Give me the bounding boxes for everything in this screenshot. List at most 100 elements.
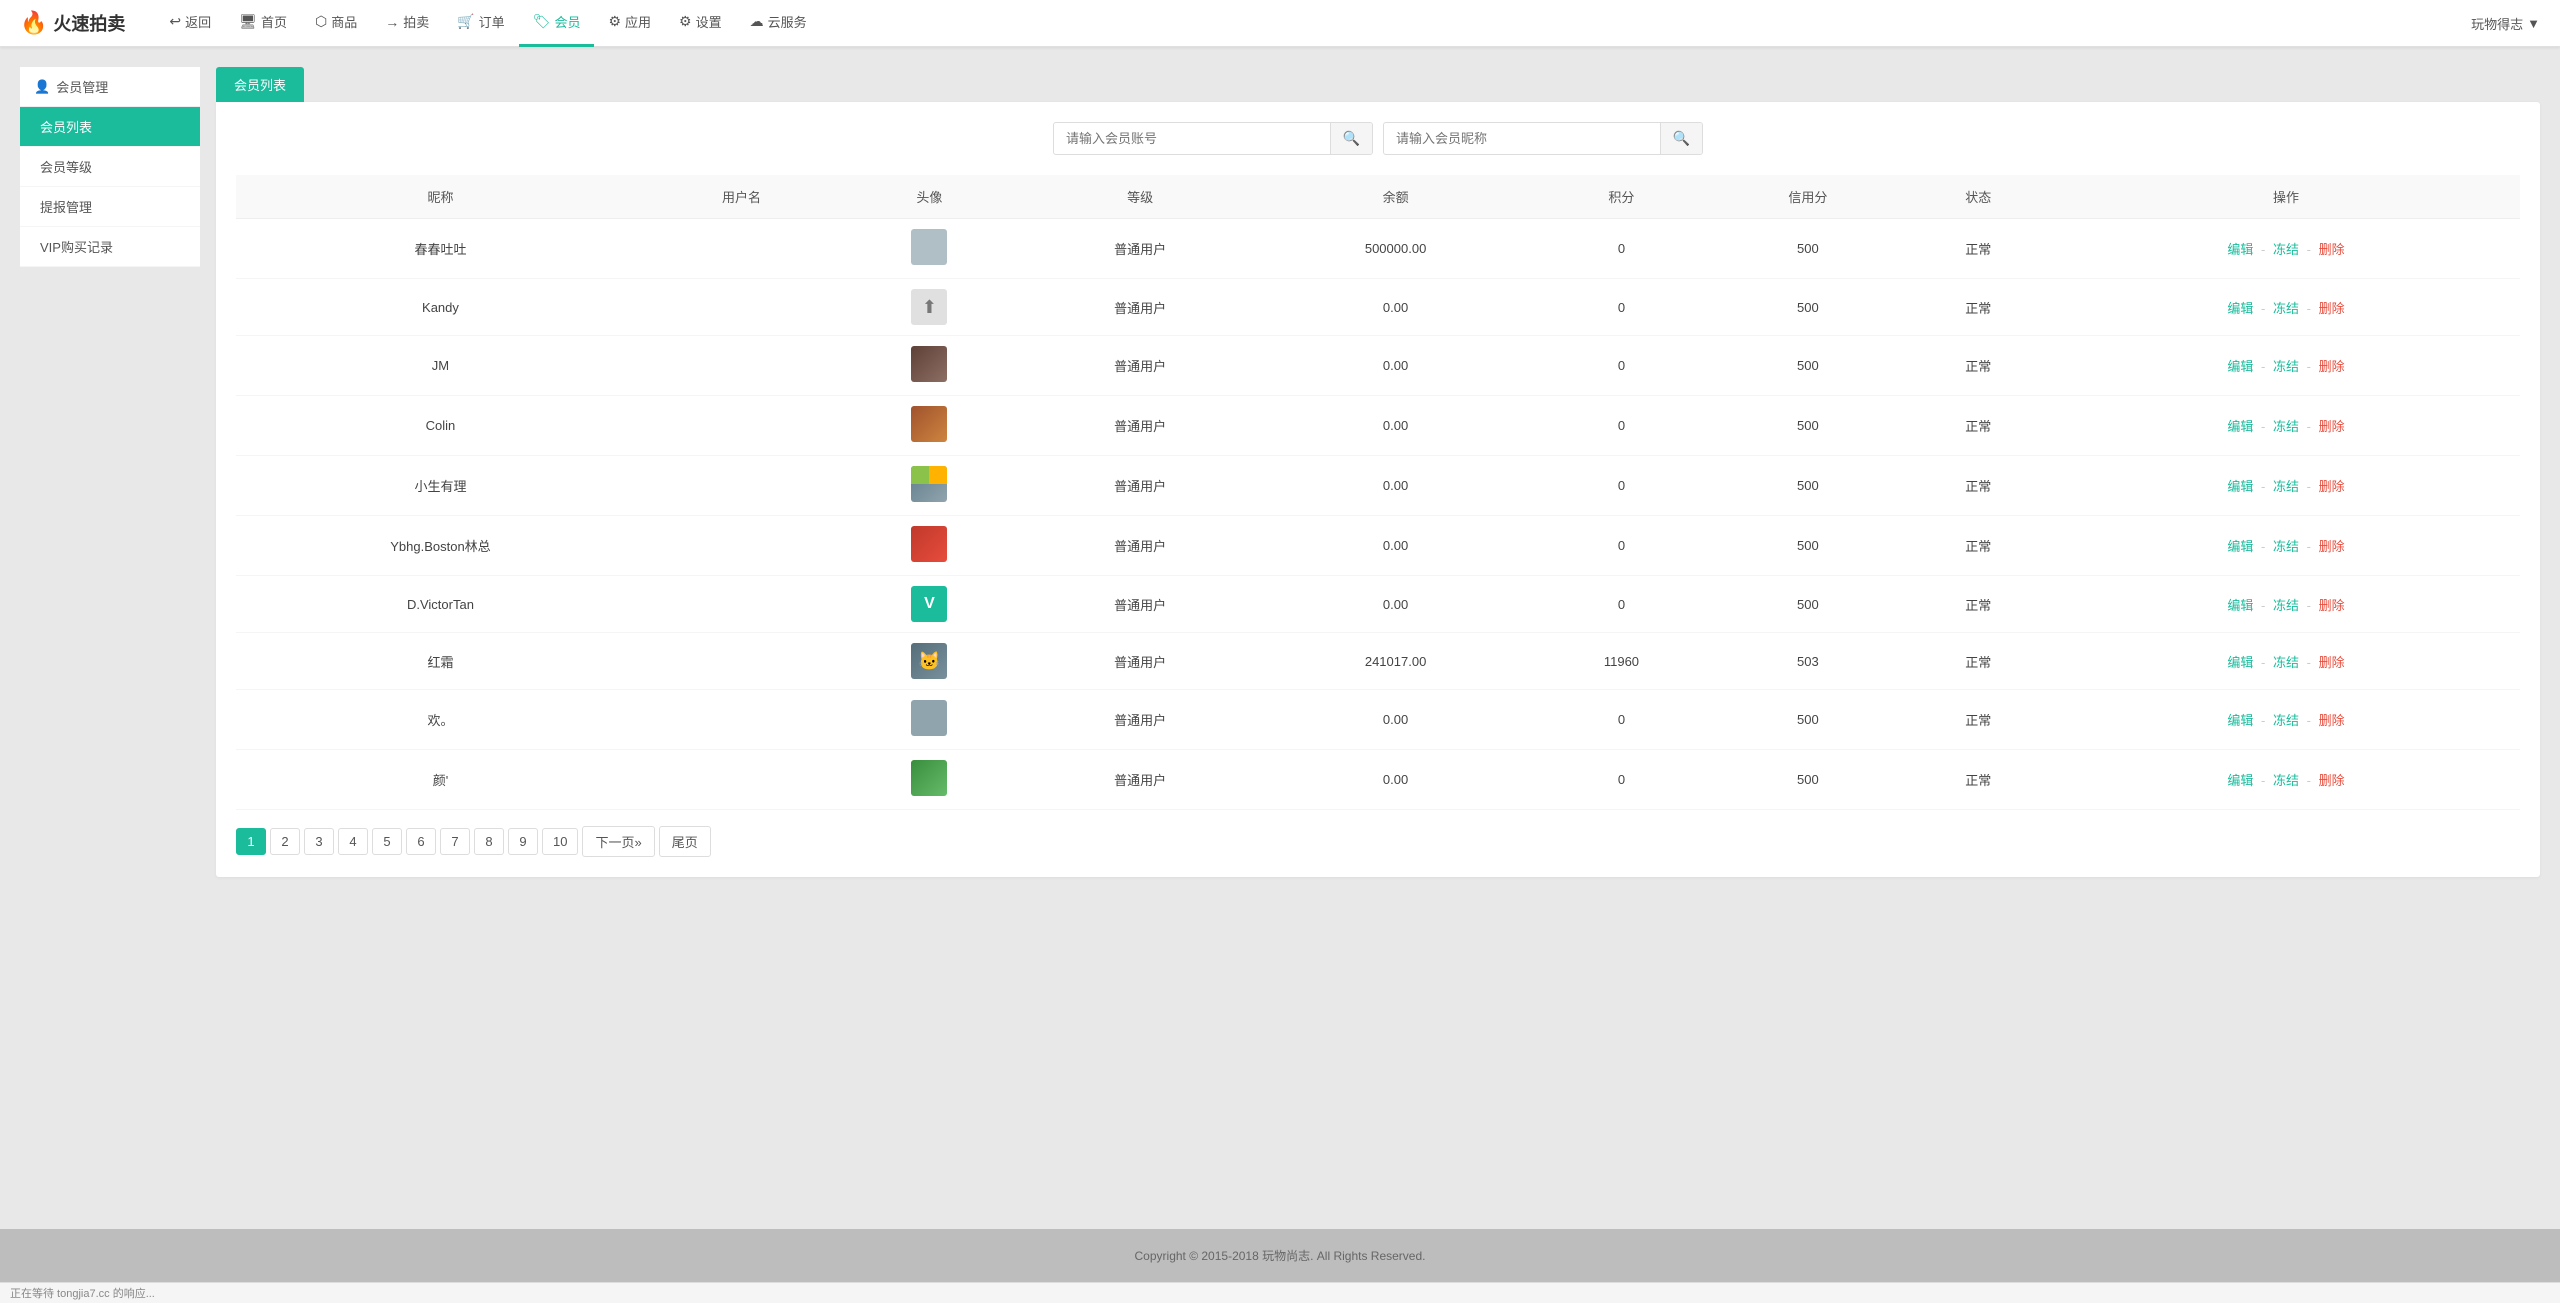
freeze-action-0[interactable]: 冻结 [2273, 242, 2299, 257]
nav-goods[interactable]: ⬡ 商品 [301, 0, 371, 47]
cell-nickname: 欢。 [236, 690, 645, 750]
nickname-search-input[interactable] [1384, 124, 1660, 153]
freeze-action-5[interactable]: 冻结 [2273, 539, 2299, 554]
nav-settings[interactable]: ⚙ 设置 [665, 0, 736, 47]
page-2[interactable]: 2 [270, 828, 300, 855]
footer-text: Copyright © 2015-2018 玩物尚志. All Rights R… [1135, 1249, 1426, 1263]
cell-actions: 编辑 - 冻结 - 删除 [2052, 336, 2520, 396]
freeze-action-6[interactable]: 冻结 [2273, 598, 2299, 613]
nav-cloud-label: 云服务 [768, 12, 807, 31]
page-8[interactable]: 8 [474, 828, 504, 855]
sep1-1: - [2261, 301, 2265, 316]
cell-level: 普通用户 [1021, 456, 1260, 516]
delete-action-1[interactable]: 删除 [2319, 301, 2345, 316]
edit-action-2[interactable]: 编辑 [2227, 359, 2253, 374]
delete-action-4[interactable]: 删除 [2319, 479, 2345, 494]
nav-app[interactable]: ⚙ 应用 [594, 0, 665, 47]
cell-points: 0 [1532, 516, 1712, 576]
sidebar-item-report[interactable]: 提报管理 [20, 187, 200, 227]
cell-nickname: 红霜 [236, 633, 645, 690]
freeze-action-1[interactable]: 冻结 [2273, 301, 2299, 316]
sidebar-item-member-list[interactable]: 会员列表 [20, 107, 200, 147]
edit-action-0[interactable]: 编辑 [2227, 242, 2253, 257]
main-layout: 👤 会员管理 会员列表 会员等级 提报管理 VIP购买记录 会员列表 🔍 � [0, 47, 2560, 1229]
cell-balance: 0.00 [1260, 576, 1532, 633]
edit-action-7[interactable]: 编辑 [2227, 655, 2253, 670]
sep1-3: - [2261, 419, 2265, 434]
app-icon: ⚙ [608, 13, 621, 30]
page-6[interactable]: 6 [406, 828, 436, 855]
page-5[interactable]: 5 [372, 828, 402, 855]
nav-member-label: 会员 [554, 12, 580, 31]
top-navigation: 🔥 火速拍卖 ↩ 返回 🖥 首页 ⬡ 商品 → 拍卖 🛒 订单 🏷 会员 ⚙ [0, 0, 2560, 47]
account-search-input[interactable] [1054, 124, 1330, 153]
edit-action-4[interactable]: 编辑 [2227, 479, 2253, 494]
delete-action-9[interactable]: 删除 [2319, 773, 2345, 788]
home-icon: 🖥 [239, 13, 257, 30]
edit-action-5[interactable]: 编辑 [2227, 539, 2253, 554]
edit-action-6[interactable]: 编辑 [2227, 598, 2253, 613]
table-row: 颜' 普通用户 0.00 0 500 正常 编辑 - 冻结 - 删除 [236, 750, 2520, 810]
nickname-search-button[interactable]: 🔍 [1660, 123, 1702, 154]
edit-action-9[interactable]: 编辑 [2227, 773, 2253, 788]
search-bar: 🔍 🔍 [236, 122, 2520, 155]
account-search-button[interactable]: 🔍 [1330, 123, 1372, 154]
col-username: 用户名 [645, 175, 838, 219]
edit-action-8[interactable]: 编辑 [2227, 713, 2253, 728]
cell-status: 正常 [1905, 396, 2053, 456]
sep2-4: - [2307, 479, 2311, 494]
page-next[interactable]: 下一页» [582, 826, 654, 857]
nav-cloud[interactable]: ☁ 云服务 [736, 0, 821, 47]
nav-member[interactable]: 🏷 会员 [519, 0, 595, 47]
cell-credit: 500 [1711, 750, 1904, 810]
page-1[interactable]: 1 [236, 828, 266, 855]
nav-home[interactable]: 🖥 首页 [225, 0, 301, 47]
freeze-action-7[interactable]: 冻结 [2273, 655, 2299, 670]
cell-actions: 编辑 - 冻结 - 删除 [2052, 750, 2520, 810]
freeze-action-2[interactable]: 冻结 [2273, 359, 2299, 374]
freeze-action-3[interactable]: 冻结 [2273, 419, 2299, 434]
cell-balance: 0.00 [1260, 456, 1532, 516]
cell-status: 正常 [1905, 633, 2053, 690]
tab-member-list[interactable]: 会员列表 [216, 67, 304, 102]
table-row: 小生有理 普通用户 0.00 0 500 正常 编辑 - 冻结 - 删除 [236, 456, 2520, 516]
order-icon: 🛒 [457, 13, 474, 30]
delete-action-8[interactable]: 删除 [2319, 713, 2345, 728]
edit-action-3[interactable]: 编辑 [2227, 419, 2253, 434]
nav-back[interactable]: ↩ 返回 [155, 0, 225, 47]
nav-auction[interactable]: → 拍卖 [371, 0, 443, 47]
brand-icon: 🔥 [20, 10, 47, 36]
page-last[interactable]: 尾页 [659, 826, 711, 857]
table-row: D.VictorTan V 普通用户 0.00 0 500 正常 编辑 - 冻结… [236, 576, 2520, 633]
freeze-action-8[interactable]: 冻结 [2273, 713, 2299, 728]
delete-action-7[interactable]: 删除 [2319, 655, 2345, 670]
sidebar-item-member-level[interactable]: 会员等级 [20, 147, 200, 187]
delete-action-0[interactable]: 删除 [2319, 242, 2345, 257]
delete-action-6[interactable]: 删除 [2319, 598, 2345, 613]
page-9[interactable]: 9 [508, 828, 538, 855]
page-4[interactable]: 4 [338, 828, 368, 855]
store-dropdown[interactable]: 玩物得志 ▼ [2471, 14, 2540, 33]
col-nickname: 昵称 [236, 175, 645, 219]
brand-logo[interactable]: 🔥 火速拍卖 [20, 10, 125, 36]
delete-action-5[interactable]: 删除 [2319, 539, 2345, 554]
table-row: Ybhg.Boston林总 普通用户 0.00 0 500 正常 编辑 - 冻结… [236, 516, 2520, 576]
cell-status: 正常 [1905, 516, 2053, 576]
cell-balance: 500000.00 [1260, 219, 1532, 279]
freeze-action-9[interactable]: 冻结 [2273, 773, 2299, 788]
content-tab-bar: 会员列表 [216, 67, 2540, 102]
delete-action-3[interactable]: 删除 [2319, 419, 2345, 434]
cell-username [645, 576, 838, 633]
sidebar-item-vip-record[interactable]: VIP购买记录 [20, 227, 200, 267]
delete-action-2[interactable]: 删除 [2319, 359, 2345, 374]
cloud-icon: ☁ [750, 13, 764, 30]
table-row: JM 普通用户 0.00 0 500 正常 编辑 - 冻结 - 删除 [236, 336, 2520, 396]
freeze-action-4[interactable]: 冻结 [2273, 479, 2299, 494]
cell-avatar [838, 750, 1021, 810]
cell-credit: 500 [1711, 456, 1904, 516]
page-7[interactable]: 7 [440, 828, 470, 855]
edit-action-1[interactable]: 编辑 [2227, 301, 2253, 316]
page-10[interactable]: 10 [542, 828, 578, 855]
nav-order[interactable]: 🛒 订单 [443, 0, 518, 47]
page-3[interactable]: 3 [304, 828, 334, 855]
